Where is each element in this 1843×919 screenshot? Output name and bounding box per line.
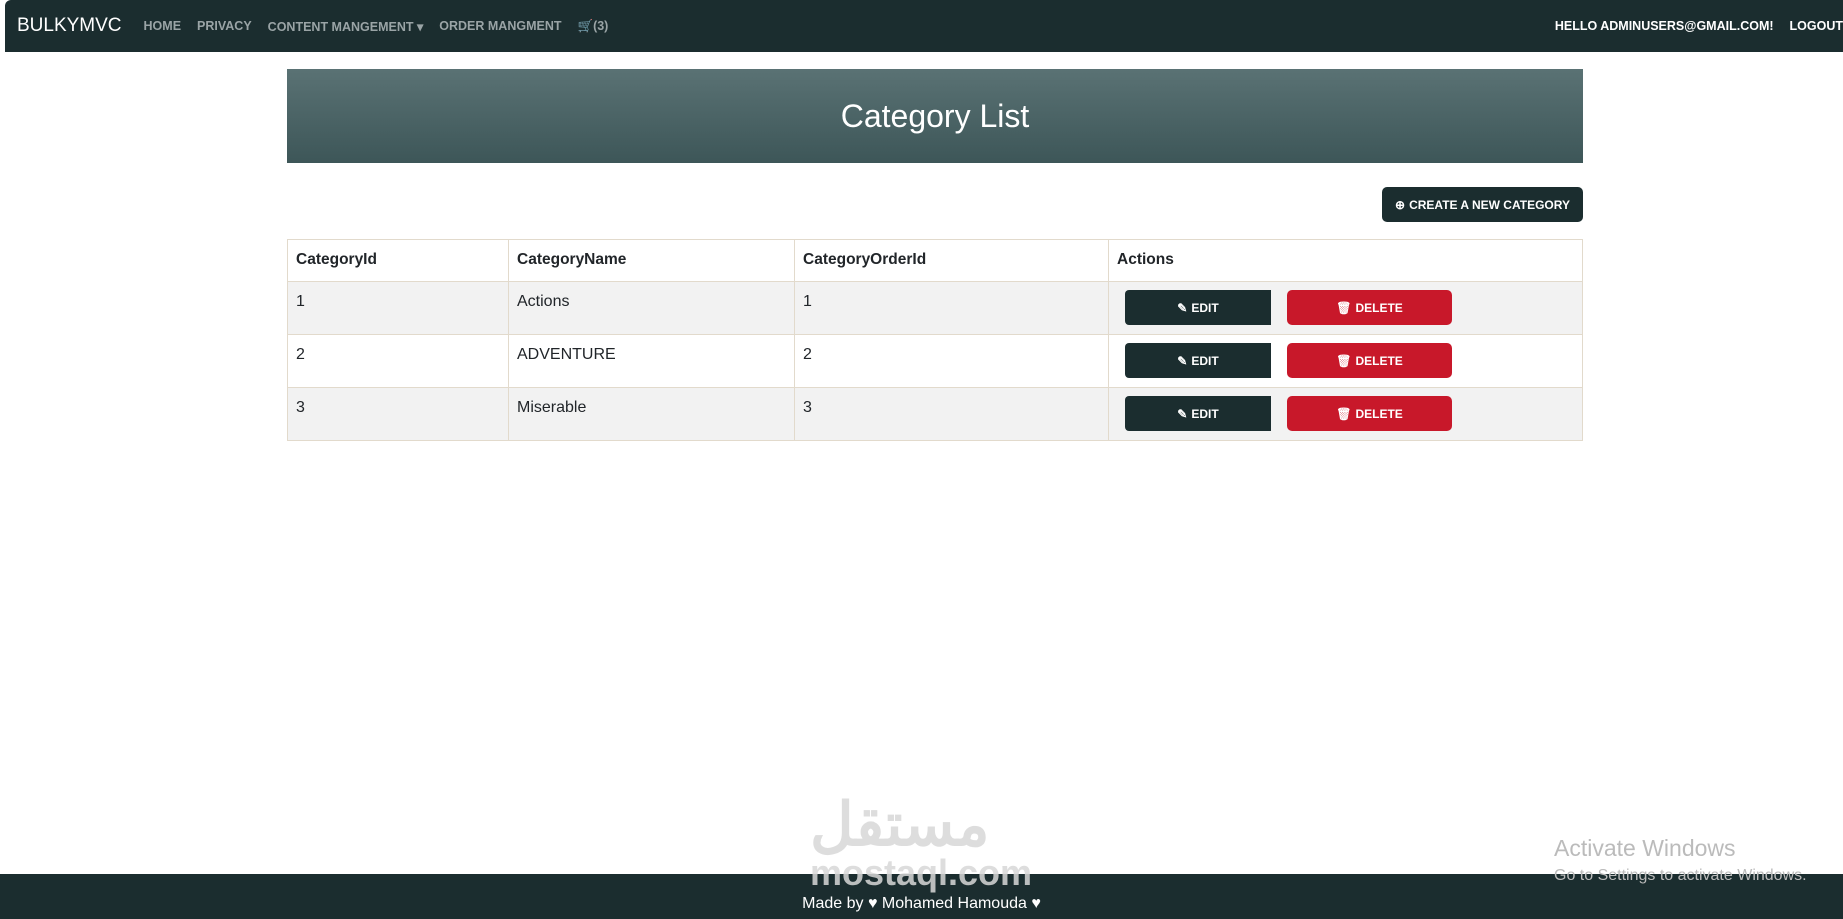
trash-icon: 🗑: [1336, 353, 1352, 368]
cell-id: 1: [287, 281, 509, 335]
table-row: 1 Actions 1 ✎ EDIT 🗑 DELETE: [287, 281, 1583, 335]
header-category-name: CategoryName: [508, 239, 795, 282]
caret-down-icon: ▾: [416, 19, 424, 34]
edit-icon: ✎: [1177, 300, 1188, 315]
plus-circle-icon: ⊕: [1395, 197, 1406, 212]
nav-cart[interactable]: 🛒(3): [577, 19, 608, 34]
delete-label: DELETE: [1355, 300, 1403, 315]
edit-button[interactable]: ✎ EDIT: [1125, 290, 1271, 325]
logout-link[interactable]: LOGOUT: [1790, 19, 1843, 33]
nav-order-management[interactable]: ORDER MANGMENT: [439, 19, 561, 33]
watermark: مستقل mostaql.com: [810, 795, 1032, 891]
activate-windows: Activate Windows: [1554, 835, 1736, 861]
edit-button[interactable]: ✎ EDIT: [1125, 343, 1271, 378]
table-row: 3 Miserable 3 ✎ EDIT 🗑 DELETE: [287, 387, 1583, 441]
nav-home[interactable]: HOME: [144, 19, 182, 33]
footer-author: Mohamed Hamouda: [881, 895, 1027, 912]
watermark-latin: mostaql.com: [810, 852, 1033, 893]
brand-link[interactable]: BULKYMVC: [17, 15, 122, 37]
cell-order: 1: [794, 281, 1109, 335]
header-category-id: CategoryId: [287, 239, 509, 282]
create-category-button[interactable]: ⊕ CREATE A NEW CATEGORY: [1382, 187, 1583, 222]
delete-button[interactable]: 🗑 DELETE: [1287, 396, 1452, 431]
cell-id: 3: [287, 387, 509, 441]
nav-privacy[interactable]: PRIVACY: [197, 19, 252, 33]
delete-label: DELETE: [1355, 353, 1403, 368]
delete-button[interactable]: 🗑 DELETE: [1287, 290, 1452, 325]
cell-id: 2: [287, 334, 509, 388]
edit-label: EDIT: [1191, 353, 1219, 368]
edit-label: EDIT: [1191, 406, 1219, 421]
delete-button[interactable]: 🗑 DELETE: [1287, 343, 1452, 378]
delete-label: DELETE: [1355, 406, 1403, 421]
nav-content-label: CONTENT MANGEMENT: [267, 19, 414, 34]
cell-order: 3: [794, 387, 1109, 441]
cell-name: Miserable: [508, 387, 795, 441]
trash-icon: 🗑: [1336, 300, 1352, 315]
heart-icon: ♥: [867, 895, 878, 912]
trash-icon: 🗑: [1336, 406, 1352, 421]
heart-icon: ♥: [1031, 895, 1041, 912]
header-category-order: CategoryOrderId: [794, 239, 1109, 282]
watermark-arabic: مستقل: [810, 791, 990, 858]
cart-count: (3): [593, 18, 609, 33]
edit-button[interactable]: ✎ EDIT: [1125, 396, 1271, 431]
edit-icon: ✎: [1177, 406, 1188, 421]
cell-order: 2: [794, 334, 1109, 388]
activate-windows-hint: Go to Settings to activate Windows.: [1554, 867, 1807, 884]
table-row: 2 ADVENTURE 2 ✎ EDIT 🗑 DELETE: [287, 334, 1583, 388]
category-table: CategoryId CategoryName CategoryOrderId …: [287, 239, 1583, 441]
header-actions: Actions: [1108, 239, 1583, 282]
edit-label: EDIT: [1191, 300, 1219, 315]
nav-content-management[interactable]: CONTENT MANGEMENT ▾: [268, 19, 424, 34]
create-label: CREATE A NEW CATEGORY: [1409, 197, 1570, 212]
cart-icon: 🛒: [577, 18, 594, 33]
navbar: BULKYMVC HOME PRIVACY CONTENT MANGEMENT …: [5, 0, 1843, 52]
cell-name: Actions: [508, 281, 795, 335]
edit-icon: ✎: [1177, 353, 1188, 368]
cell-name: ADVENTURE: [508, 334, 795, 388]
hello-user[interactable]: HELLO ADMINUSERS@GMAIL.COM!: [1555, 19, 1774, 33]
page-title: Category List: [287, 69, 1583, 163]
footer-prefix: Made by: [802, 895, 864, 912]
